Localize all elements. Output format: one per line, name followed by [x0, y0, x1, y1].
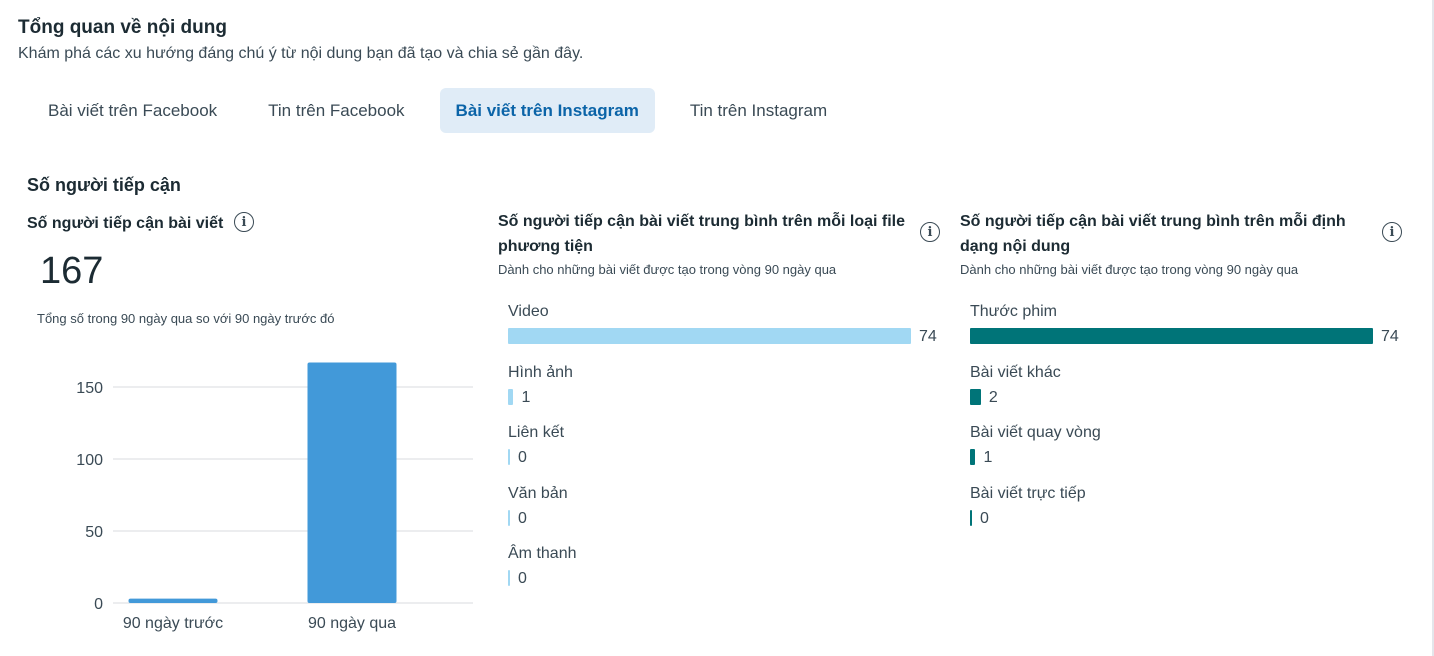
bar-value-label: 2: [988, 388, 998, 406]
bar-value-label: 0: [518, 449, 527, 466]
x-category-label: 90 ngày qua: [308, 615, 396, 632]
bar-value-label: 1: [521, 388, 531, 406]
format-card-subtitle: Dành cho những bài viết được tạo trong v…: [960, 262, 1299, 277]
bar[interactable]: [970, 328, 1373, 344]
bar[interactable]: [508, 449, 510, 465]
bar-value-label: 0: [518, 570, 527, 587]
bar-value-label: 74: [919, 328, 937, 345]
bar[interactable]: [307, 362, 397, 603]
bar-category-label: Bài viết trực tiếp: [970, 484, 1086, 502]
bar-category-label: Âm thanh: [508, 545, 577, 562]
info-icon[interactable]: i: [920, 222, 940, 242]
bar-value-label: 1: [983, 449, 993, 466]
bar[interactable]: [970, 509, 972, 526]
reach-bar-chart: 0 50 100 150 90 ngày trước 90 ngày qua: [76, 362, 473, 632]
info-icon[interactable]: i: [1382, 222, 1402, 242]
bar-value-label: 74: [1381, 328, 1399, 345]
bar[interactable]: [970, 388, 981, 405]
bar-value-label: 0: [518, 509, 527, 527]
bar[interactable]: [128, 598, 218, 603]
bar-category-label: Liên kết: [508, 424, 565, 441]
y-tick-label: 150: [76, 380, 103, 397]
y-tick-label: 50: [85, 524, 103, 541]
bar[interactable]: [508, 570, 510, 586]
media-card-title: Số người tiếp cận bài viết trung bình tr…: [498, 213, 905, 255]
x-category-label: 90 ngày trước: [123, 615, 223, 632]
bar-category-label: Bài viết quay vòng: [970, 424, 1101, 441]
media-card-subtitle: Dành cho những bài viết được tạo trong v…: [498, 262, 837, 277]
bar[interactable]: [508, 388, 514, 405]
bar-value-label: 0: [980, 509, 989, 527]
bar[interactable]: [508, 328, 911, 344]
bar-category-label: Bài viết khác: [970, 363, 1061, 381]
bar-category-label: Văn bản: [508, 484, 568, 502]
bar[interactable]: [508, 509, 510, 526]
y-tick-label: 0: [94, 596, 103, 613]
format-card-title: Số người tiếp cận bài viết trung bình tr…: [960, 213, 1346, 255]
y-tick-label: 100: [76, 452, 103, 469]
bar-category-label: Hình ảnh: [508, 363, 573, 381]
tab-instagram-stories[interactable]: Tin trên Instagram: [674, 88, 843, 133]
bar-category-label: Video: [508, 303, 549, 320]
bar[interactable]: [970, 449, 976, 465]
bar-category-label: Thước phim: [970, 303, 1057, 320]
